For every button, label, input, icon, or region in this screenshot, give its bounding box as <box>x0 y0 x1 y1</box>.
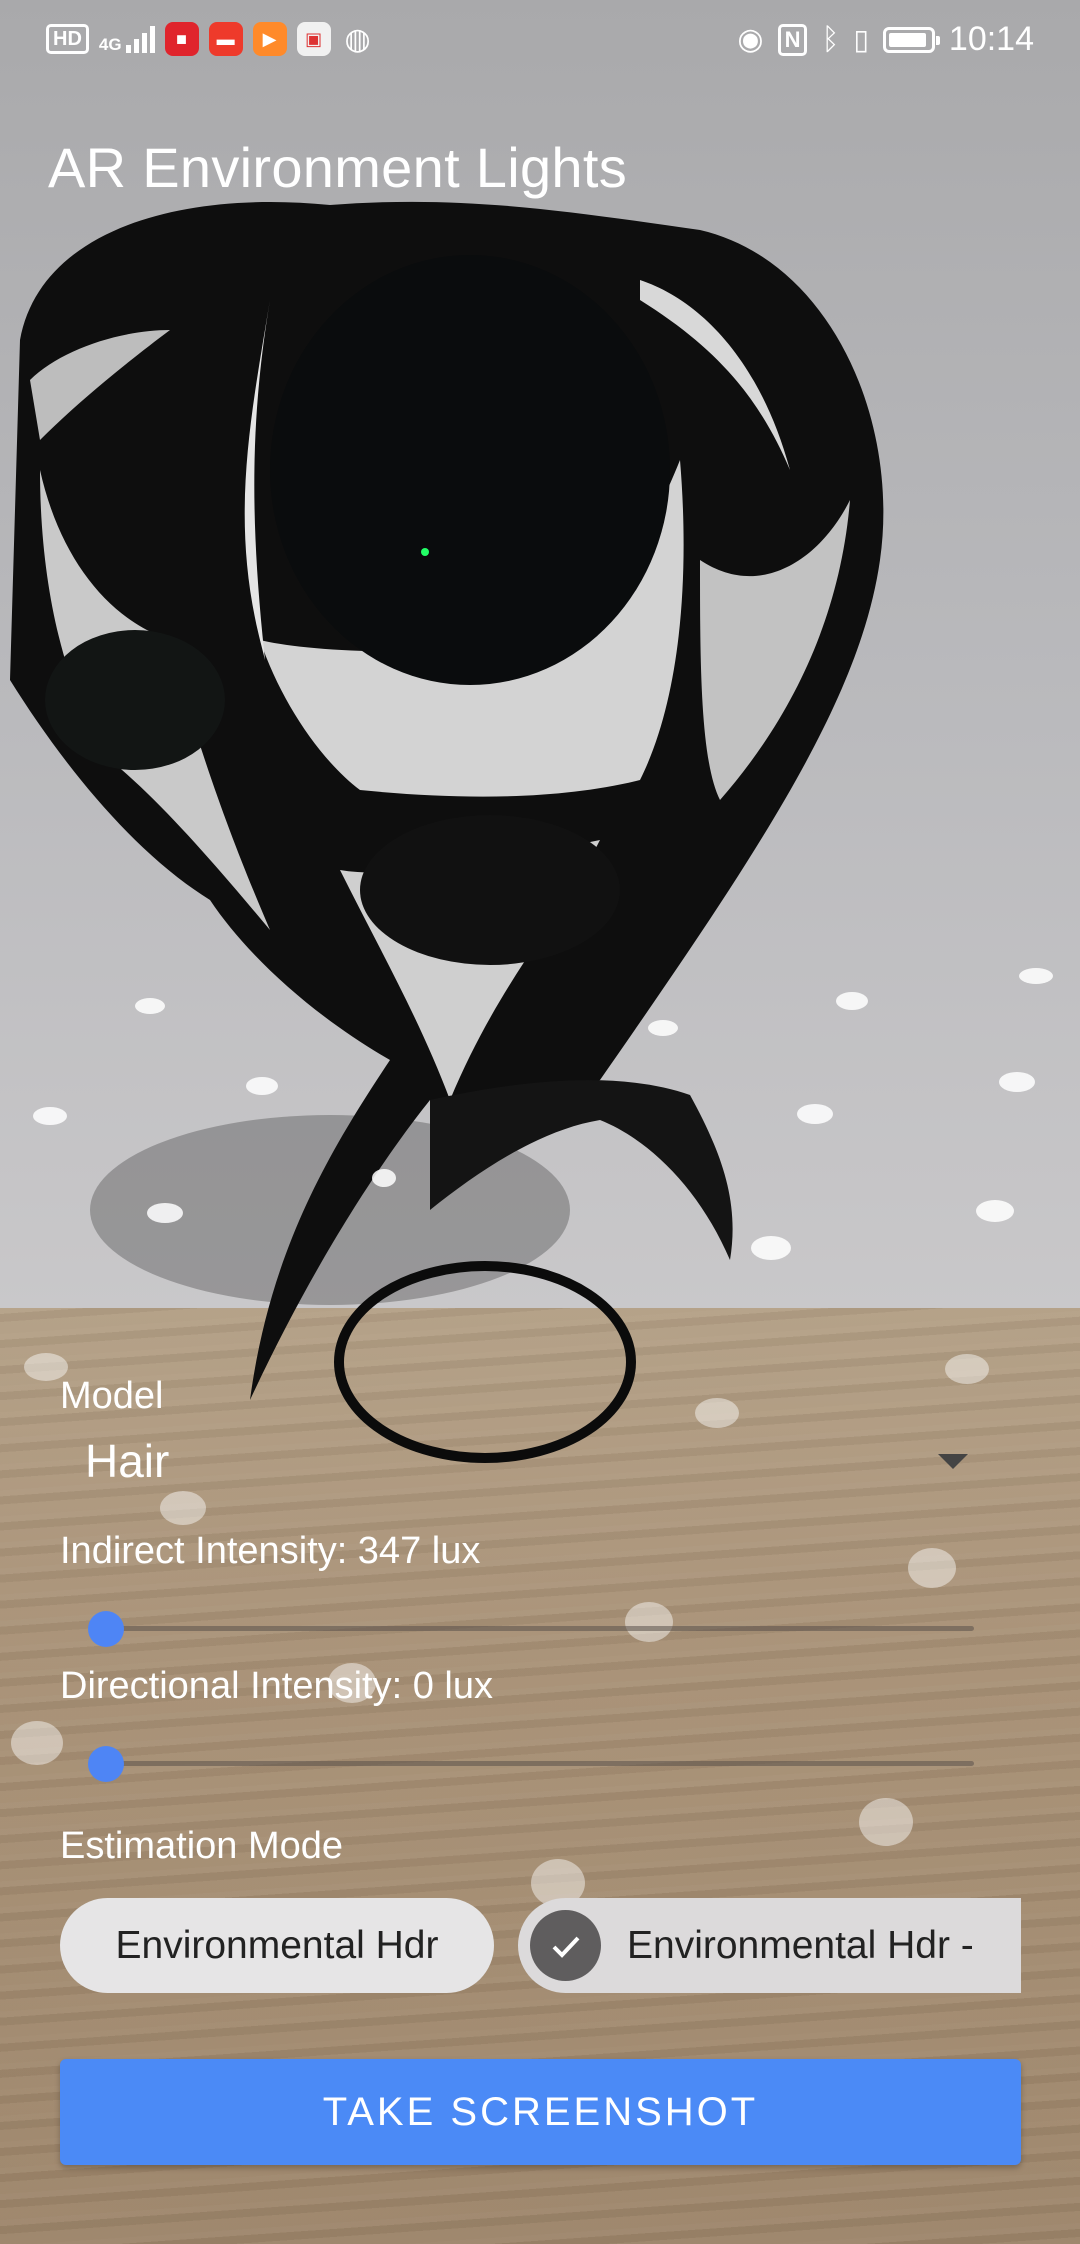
signal-4g-icon: 4G <box>99 25 155 53</box>
slider-track <box>106 1761 974 1766</box>
status-bar: HD 4G ■ ▬ ▶ ▣ ◍ ◉ N ᛒ ▯ 10:14 <box>0 0 1080 86</box>
video-app-icon: ■ <box>164 22 199 56</box>
estimation-mode-label: Estimation Mode <box>60 1825 344 1867</box>
model-dropdown[interactable]: Hair <box>60 1420 980 1504</box>
slider-thumb[interactable] <box>88 1746 124 1782</box>
hd-badge: HD <box>46 24 89 54</box>
bluetooth-icon: ᛒ <box>821 22 840 56</box>
slider-track <box>106 1626 974 1631</box>
battery-level <box>888 32 926 47</box>
dropdown-arrow-icon <box>938 1454 968 1469</box>
chip-label: Environmental Hdr <box>115 1923 439 1967</box>
take-screenshot-button[interactable]: TAKE SCREENSHOT <box>60 2059 1021 2165</box>
player-app-icon: ▶ <box>252 22 287 56</box>
vibrate-icon: ▯ <box>853 24 869 55</box>
battery-icon <box>882 26 940 53</box>
estimation-mode-chip-environmental-hdr-selected[interactable]: Environmental Hdr - <box>518 1898 1021 1993</box>
indirect-intensity-slider[interactable] <box>88 1599 974 1659</box>
wechat-icon: ◍ <box>344 22 371 56</box>
nfc-icon: N <box>777 23 808 56</box>
indirect-intensity-label: Indirect Intensity: 347 lux <box>60 1530 481 1572</box>
estimation-mode-chip-environmental-hdr[interactable]: Environmental Hdr <box>60 1898 494 1993</box>
eye-comfort-icon: ◉ <box>737 23 764 56</box>
news-app-icon: ▬ <box>208 22 243 56</box>
shop-app-icon: ▣ <box>296 22 331 56</box>
model-label: Model <box>60 1375 164 1417</box>
check-icon <box>530 1910 601 1981</box>
directional-intensity-label: Directional Intensity: 0 lux <box>60 1665 493 1707</box>
model-selected-value: Hair <box>85 1435 170 1487</box>
directional-intensity-slider[interactable] <box>88 1734 974 1794</box>
app-title: AR Environment Lights <box>48 136 628 199</box>
network-type: 4G <box>98 35 122 54</box>
chip-label: Environmental Hdr - <box>627 1923 974 1967</box>
clock: 10:14 <box>948 20 1034 58</box>
slider-thumb[interactable] <box>88 1611 124 1647</box>
